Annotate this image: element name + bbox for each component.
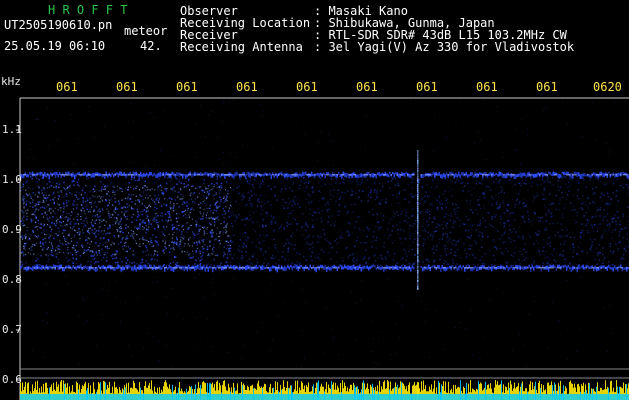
- count-value: 42.: [140, 39, 162, 53]
- freq-tick-label: 0.9: [2, 223, 22, 236]
- freq-tick-label: 1.0: [2, 173, 22, 186]
- date-time: 25.05.19 06:10: [4, 39, 106, 53]
- time-tick-label: 061: [116, 80, 138, 94]
- freq-tick-label: 1.1: [2, 123, 22, 136]
- time-tick-label: 061: [476, 80, 498, 94]
- value-antenna: : 3el Yagi(V) Az 330 for Vladivostok: [314, 40, 575, 54]
- time-tick-label: 061: [176, 80, 198, 94]
- time-tick-label: 061: [236, 80, 258, 94]
- label-antenna: Receiving Antenna: [180, 40, 303, 54]
- freq-tick-label: 0.7: [2, 323, 22, 336]
- time-tick-label: 061: [296, 80, 318, 94]
- freq-unit-label: kHz: [1, 75, 21, 88]
- time-tick-label: 061: [356, 80, 378, 94]
- freq-tick-label: 0.6: [2, 373, 22, 386]
- time-tick-label: 061: [56, 80, 78, 94]
- file-name: UT2505190610.pn: [4, 18, 113, 32]
- time-tick-label: 061: [536, 80, 558, 94]
- freq-tick-label: 0.8: [2, 273, 22, 286]
- time-tick-label: 0620: [593, 80, 622, 94]
- program-title: H R O F F T: [48, 3, 128, 17]
- time-tick-label: 061: [416, 80, 438, 94]
- spectrogram-canvas: [0, 0, 629, 400]
- mode-label: meteor: [124, 24, 168, 38]
